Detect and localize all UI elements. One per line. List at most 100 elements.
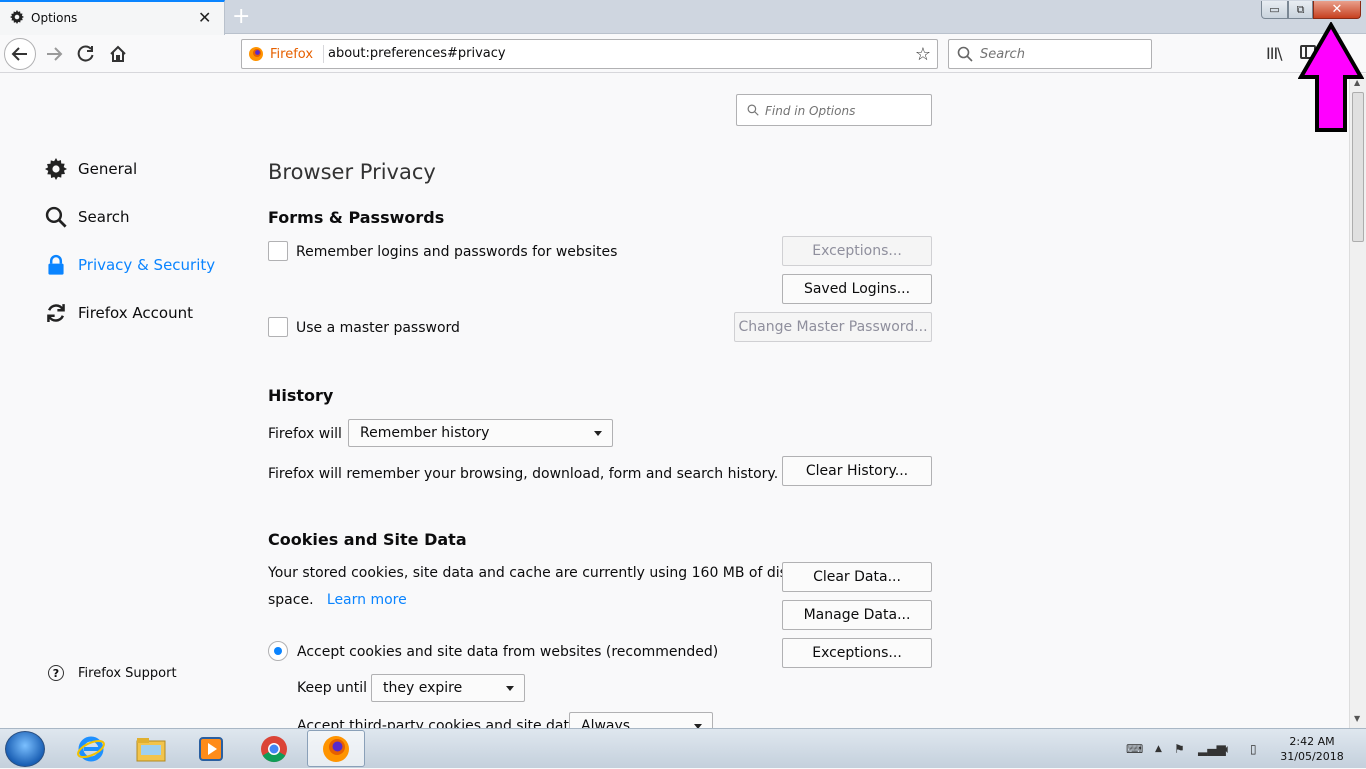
tab-options[interactable]: Options ✕ bbox=[0, 0, 225, 35]
category-privacy-security[interactable]: Privacy & Security bbox=[44, 251, 215, 279]
keep-until-select[interactable]: they expire bbox=[371, 674, 525, 702]
category-label: Firefox Account bbox=[78, 304, 193, 322]
cookies-heading: Cookies and Site Data bbox=[268, 530, 467, 549]
search-bar[interactable]: Search bbox=[948, 39, 1152, 69]
clock-time: 2:42 AM bbox=[1289, 735, 1335, 748]
logins-exceptions-button[interactable]: Exceptions... bbox=[782, 236, 932, 266]
manage-data-button[interactable]: Manage Data... bbox=[782, 600, 932, 630]
network-icon[interactable]: ▂▄▆ bbox=[1198, 742, 1226, 756]
identity-label: Firefox bbox=[270, 46, 314, 62]
identity-box[interactable]: Firefox bbox=[248, 45, 325, 63]
keep-until-value: they expire bbox=[383, 680, 463, 696]
folder-icon bbox=[136, 737, 166, 761]
url-text[interactable]: about:preferences#privacy bbox=[328, 46, 506, 61]
find-placeholder: Find in Options bbox=[765, 104, 856, 118]
search-icon bbox=[747, 104, 759, 116]
gear-icon bbox=[44, 157, 68, 181]
cookies-usage-tail: space. bbox=[268, 592, 314, 608]
search-icon bbox=[44, 205, 68, 229]
history-heading: History bbox=[268, 386, 334, 405]
taskbar: ⌨ ▲ ⚑ ▂▄▆ 🔈︎ ▯ 2:42 AM 31/05/2018 bbox=[0, 728, 1366, 768]
master-password-label[interactable]: Use a master password bbox=[296, 320, 460, 336]
url-bar[interactable]: Firefox about:preferences#privacy ☆ bbox=[241, 39, 938, 69]
start-button[interactable] bbox=[5, 731, 45, 767]
keep-until-label: Keep until bbox=[297, 680, 368, 696]
remember-logins-checkbox[interactable] bbox=[268, 241, 288, 261]
chrome-icon bbox=[261, 735, 287, 762]
preferences-page: Find in Options General Search Privacy &… bbox=[0, 74, 1349, 728]
clock-date: 31/05/2018 bbox=[1280, 750, 1344, 763]
remember-logins-label[interactable]: Remember logins and passwords for websit… bbox=[296, 244, 617, 260]
bookmark-star-icon[interactable]: ☆ bbox=[915, 44, 931, 65]
battery-icon[interactable]: ▯ bbox=[1250, 742, 1257, 756]
find-in-options-input[interactable]: Find in Options bbox=[736, 94, 932, 126]
annotation-arrow-icon bbox=[1298, 22, 1364, 132]
category-label: Search bbox=[78, 208, 130, 226]
history-mode-select[interactable]: Remember history bbox=[348, 419, 613, 447]
action-center-flag-icon[interactable]: ⚑ bbox=[1174, 742, 1185, 756]
reload-icon bbox=[77, 45, 94, 62]
category-general[interactable]: General bbox=[44, 155, 137, 183]
library-icon[interactable]: III\ bbox=[1266, 44, 1283, 63]
taskbar-clock[interactable]: 2:42 AM 31/05/2018 bbox=[1272, 734, 1352, 764]
home-icon bbox=[110, 45, 126, 62]
show-hidden-icons-icon[interactable]: ▲ bbox=[1155, 744, 1162, 754]
forward-button[interactable] bbox=[38, 38, 70, 70]
reload-button[interactable] bbox=[70, 38, 102, 70]
learn-more-link[interactable]: Learn more bbox=[327, 592, 407, 608]
firefox-icon bbox=[323, 735, 349, 762]
home-button[interactable] bbox=[102, 38, 134, 70]
minimize-icon: ▭ bbox=[1269, 3, 1280, 16]
support-label: Firefox Support bbox=[78, 665, 177, 681]
tab-close-button[interactable]: ✕ bbox=[198, 8, 211, 27]
gear-icon bbox=[10, 10, 24, 24]
firefox-support-link[interactable]: ? Firefox Support bbox=[48, 665, 177, 681]
cookies-exceptions-button[interactable]: Exceptions... bbox=[782, 638, 932, 668]
taskbar-internet-explorer[interactable] bbox=[62, 730, 120, 767]
keyboard-icon[interactable]: ⌨ bbox=[1126, 742, 1143, 756]
firefox-logo-icon bbox=[249, 47, 263, 61]
window-minimize-button[interactable]: ▭ bbox=[1261, 1, 1288, 19]
third-party-value: Always bbox=[581, 718, 631, 728]
cookies-usage-text: Your stored cookies, site data and cache… bbox=[268, 565, 796, 581]
category-firefox-account[interactable]: Firefox Account bbox=[44, 299, 193, 327]
back-arrow-icon bbox=[11, 47, 27, 61]
window-close-button[interactable]: ✕ bbox=[1313, 1, 1361, 19]
taskbar-media-player[interactable] bbox=[182, 730, 240, 767]
forward-arrow-icon bbox=[47, 47, 63, 61]
category-label: Privacy & Security bbox=[78, 256, 216, 274]
accept-cookies-label[interactable]: Accept cookies and site data from websit… bbox=[297, 644, 718, 660]
third-party-label: Accept third-party cookies and site data bbox=[297, 718, 578, 728]
taskbar-chrome[interactable] bbox=[245, 730, 303, 767]
history-description: Firefox will remember your browsing, dow… bbox=[268, 466, 779, 482]
new-tab-button[interactable]: + bbox=[232, 4, 250, 29]
taskbar-file-explorer[interactable] bbox=[122, 730, 180, 767]
master-password-checkbox[interactable] bbox=[268, 317, 288, 337]
tab-strip: Options ✕ + ▭ ⧉ ✕ bbox=[0, 0, 1366, 35]
help-icon: ? bbox=[48, 665, 64, 681]
third-party-select[interactable]: Always bbox=[569, 712, 713, 728]
search-placeholder: Search bbox=[980, 47, 1025, 62]
forms-passwords-heading: Forms & Passwords bbox=[268, 208, 445, 227]
sync-icon bbox=[44, 301, 68, 325]
close-icon: ✕ bbox=[1331, 2, 1343, 17]
clear-data-button[interactable]: Clear Data... bbox=[782, 562, 932, 592]
chevron-down-icon bbox=[506, 686, 514, 691]
vertical-scrollbar[interactable]: ▲ ▼ bbox=[1349, 74, 1366, 728]
chevron-down-icon bbox=[594, 431, 602, 436]
accept-cookies-radio[interactable] bbox=[268, 641, 288, 661]
back-button[interactable] bbox=[4, 38, 36, 70]
window-maximize-button[interactable]: ⧉ bbox=[1288, 1, 1313, 19]
taskbar-firefox[interactable] bbox=[307, 730, 365, 767]
clear-history-button[interactable]: Clear History... bbox=[782, 456, 932, 486]
history-mode-value: Remember history bbox=[360, 425, 490, 441]
media-player-icon bbox=[199, 736, 223, 761]
scroll-down-icon[interactable]: ▼ bbox=[1354, 714, 1360, 723]
firefox-will-label: Firefox will bbox=[268, 426, 342, 442]
lock-icon bbox=[44, 253, 68, 277]
change-master-password-button[interactable]: Change Master Password... bbox=[734, 312, 932, 342]
category-search[interactable]: Search bbox=[44, 203, 130, 231]
saved-logins-button[interactable]: Saved Logins... bbox=[782, 274, 932, 304]
tab-title: Options bbox=[31, 11, 78, 25]
volume-icon[interactable]: 🔈︎ bbox=[1224, 742, 1231, 757]
